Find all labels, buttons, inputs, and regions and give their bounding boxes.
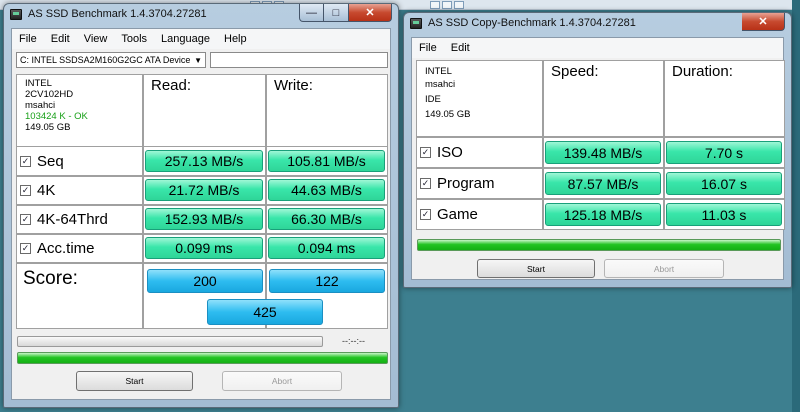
score-write-value: 122 (269, 269, 385, 293)
app-icon (10, 9, 22, 20)
desktop-toolbar-button[interactable] (430, 1, 440, 9)
row-program: ✓ Program (416, 168, 543, 199)
program-checkbox[interactable]: ✓ (420, 178, 431, 189)
benchmark-window: AS SSD Benchmark 1.4.3704.27281 — □ ✕ Fi… (3, 3, 399, 408)
menu-file[interactable]: File (12, 29, 44, 49)
dropdown-arrow-icon[interactable]: ▼ (194, 56, 202, 65)
test-progress-bar (17, 336, 323, 347)
acc-time-read-value: 0.099 ms (145, 237, 263, 259)
row-4k-64thrd: ✓ 4K-64Thrd (16, 205, 143, 234)
benchmark-titlebar[interactable]: AS SSD Benchmark 1.4.3704.27281 — □ ✕ (4, 4, 398, 26)
device-driver: msahci (25, 100, 56, 111)
desktop-toolbar-button[interactable] (454, 1, 464, 9)
menu-view[interactable]: View (77, 29, 115, 49)
abort-button[interactable]: Abort (604, 259, 724, 278)
score-total-value: 425 (207, 299, 323, 325)
game-duration-value: 11.03 s (666, 203, 782, 226)
app-icon (410, 18, 422, 29)
device-mode: IDE (425, 94, 441, 105)
iso-checkbox[interactable]: ✓ (420, 147, 431, 158)
device-vendor: INTEL (25, 78, 52, 89)
row-label: Seq (37, 152, 64, 170)
device-select[interactable]: C: INTEL SSDSA2M160G2GC ATA Device ▼ (16, 52, 206, 68)
4k-64thrd-checkbox[interactable]: ✓ (20, 214, 31, 225)
device-capacity: 149.05 GB (25, 122, 71, 133)
4k-read-value: 21.72 MB/s (145, 179, 263, 201)
game-speed-value: 125.18 MB/s (545, 203, 661, 226)
device-driver: msahci (425, 79, 456, 90)
row-4k: ✓ 4K (16, 176, 143, 205)
menu-tools[interactable]: Tools (114, 29, 154, 49)
menu-edit[interactable]: Edit (44, 29, 77, 49)
seq-write-value: 105.81 MB/s (268, 150, 385, 172)
seq-read-value: 257.13 MB/s (145, 150, 263, 172)
device-select-value: C: INTEL SSDSA2M160G2GC ATA Device (20, 55, 191, 65)
row-label: Program (437, 175, 495, 192)
elapsed-time: --:--:-- (342, 336, 365, 346)
desktop-toolbar-button[interactable] (442, 1, 452, 9)
close-button[interactable]: ✕ (349, 4, 392, 22)
device-capacity: 149.05 GB (425, 109, 471, 120)
device-vendor: INTEL (425, 66, 452, 77)
row-seq: ✓ Seq (16, 146, 143, 176)
row-iso: ✓ ISO (416, 137, 543, 168)
row-label: ISO (437, 144, 463, 161)
4k-64thrd-write-value: 66.30 MB/s (268, 208, 385, 230)
iso-duration-value: 7.70 s (666, 141, 782, 164)
close-button[interactable]: ✕ (742, 13, 785, 31)
abort-button[interactable]: Abort (222, 371, 342, 391)
menu-edit[interactable]: Edit (444, 38, 477, 58)
path-input[interactable] (210, 52, 388, 68)
row-label: 4K-64Thrd (37, 211, 108, 228)
duration-column-header: Duration: (664, 60, 785, 137)
maximize-button[interactable]: □ (324, 4, 349, 22)
copy-benchmark-titlebar[interactable]: AS SSD Copy-Benchmark 1.4.3704.27281 ✕ (404, 13, 791, 35)
program-speed-value: 87.57 MB/s (545, 172, 661, 195)
minimize-button[interactable]: — (299, 4, 324, 22)
row-label: 4K (37, 182, 56, 199)
speed-column-header: Speed: (543, 60, 664, 137)
device-firmware: 2CV102HD (25, 89, 74, 100)
start-button[interactable]: Start (477, 259, 595, 278)
4k-checkbox[interactable]: ✓ (20, 185, 31, 196)
row-game: ✓ Game (416, 199, 543, 230)
menu-file[interactable]: File (412, 38, 444, 58)
desktop-edge (792, 0, 800, 412)
copy-benchmark-client: File Edit INTEL msahci IDE 149.05 GB Spe… (411, 37, 785, 280)
program-duration-value: 16.07 s (666, 172, 782, 195)
start-button[interactable]: Start (76, 371, 193, 391)
menu-bar: File Edit (412, 38, 783, 58)
score-read-value: 200 (147, 269, 263, 293)
total-progress-bar (17, 352, 388, 364)
seq-checkbox[interactable]: ✓ (20, 155, 31, 167)
menu-language[interactable]: Language (154, 29, 217, 49)
acc-time-checkbox[interactable]: ✓ (20, 243, 31, 254)
row-acc-time: ✓ Acc.time (16, 234, 143, 263)
game-checkbox[interactable]: ✓ (420, 209, 431, 220)
device-alignment-status: 103424 K - OK (25, 111, 88, 122)
copy-progress-bar (417, 239, 781, 251)
window-title: AS SSD Benchmark 1.4.3704.27281 (28, 8, 207, 20)
menu-help[interactable]: Help (217, 29, 254, 49)
score-label: Score: (16, 263, 143, 329)
benchmark-client: File Edit View Tools Language Help C: IN… (11, 28, 391, 400)
acc-time-write-value: 0.094 ms (268, 237, 385, 259)
device-info-panel: INTEL msahci IDE 149.05 GB (416, 60, 543, 137)
copy-benchmark-window: AS SSD Copy-Benchmark 1.4.3704.27281 ✕ F… (403, 12, 792, 288)
window-title: AS SSD Copy-Benchmark 1.4.3704.27281 (428, 17, 636, 29)
menu-bar: File Edit View Tools Language Help (12, 29, 390, 49)
row-label: Game (437, 206, 478, 223)
4k-64thrd-read-value: 152.93 MB/s (145, 208, 263, 230)
4k-write-value: 44.63 MB/s (268, 179, 385, 201)
iso-speed-value: 139.48 MB/s (545, 141, 661, 164)
row-label: Acc.time (37, 240, 95, 257)
